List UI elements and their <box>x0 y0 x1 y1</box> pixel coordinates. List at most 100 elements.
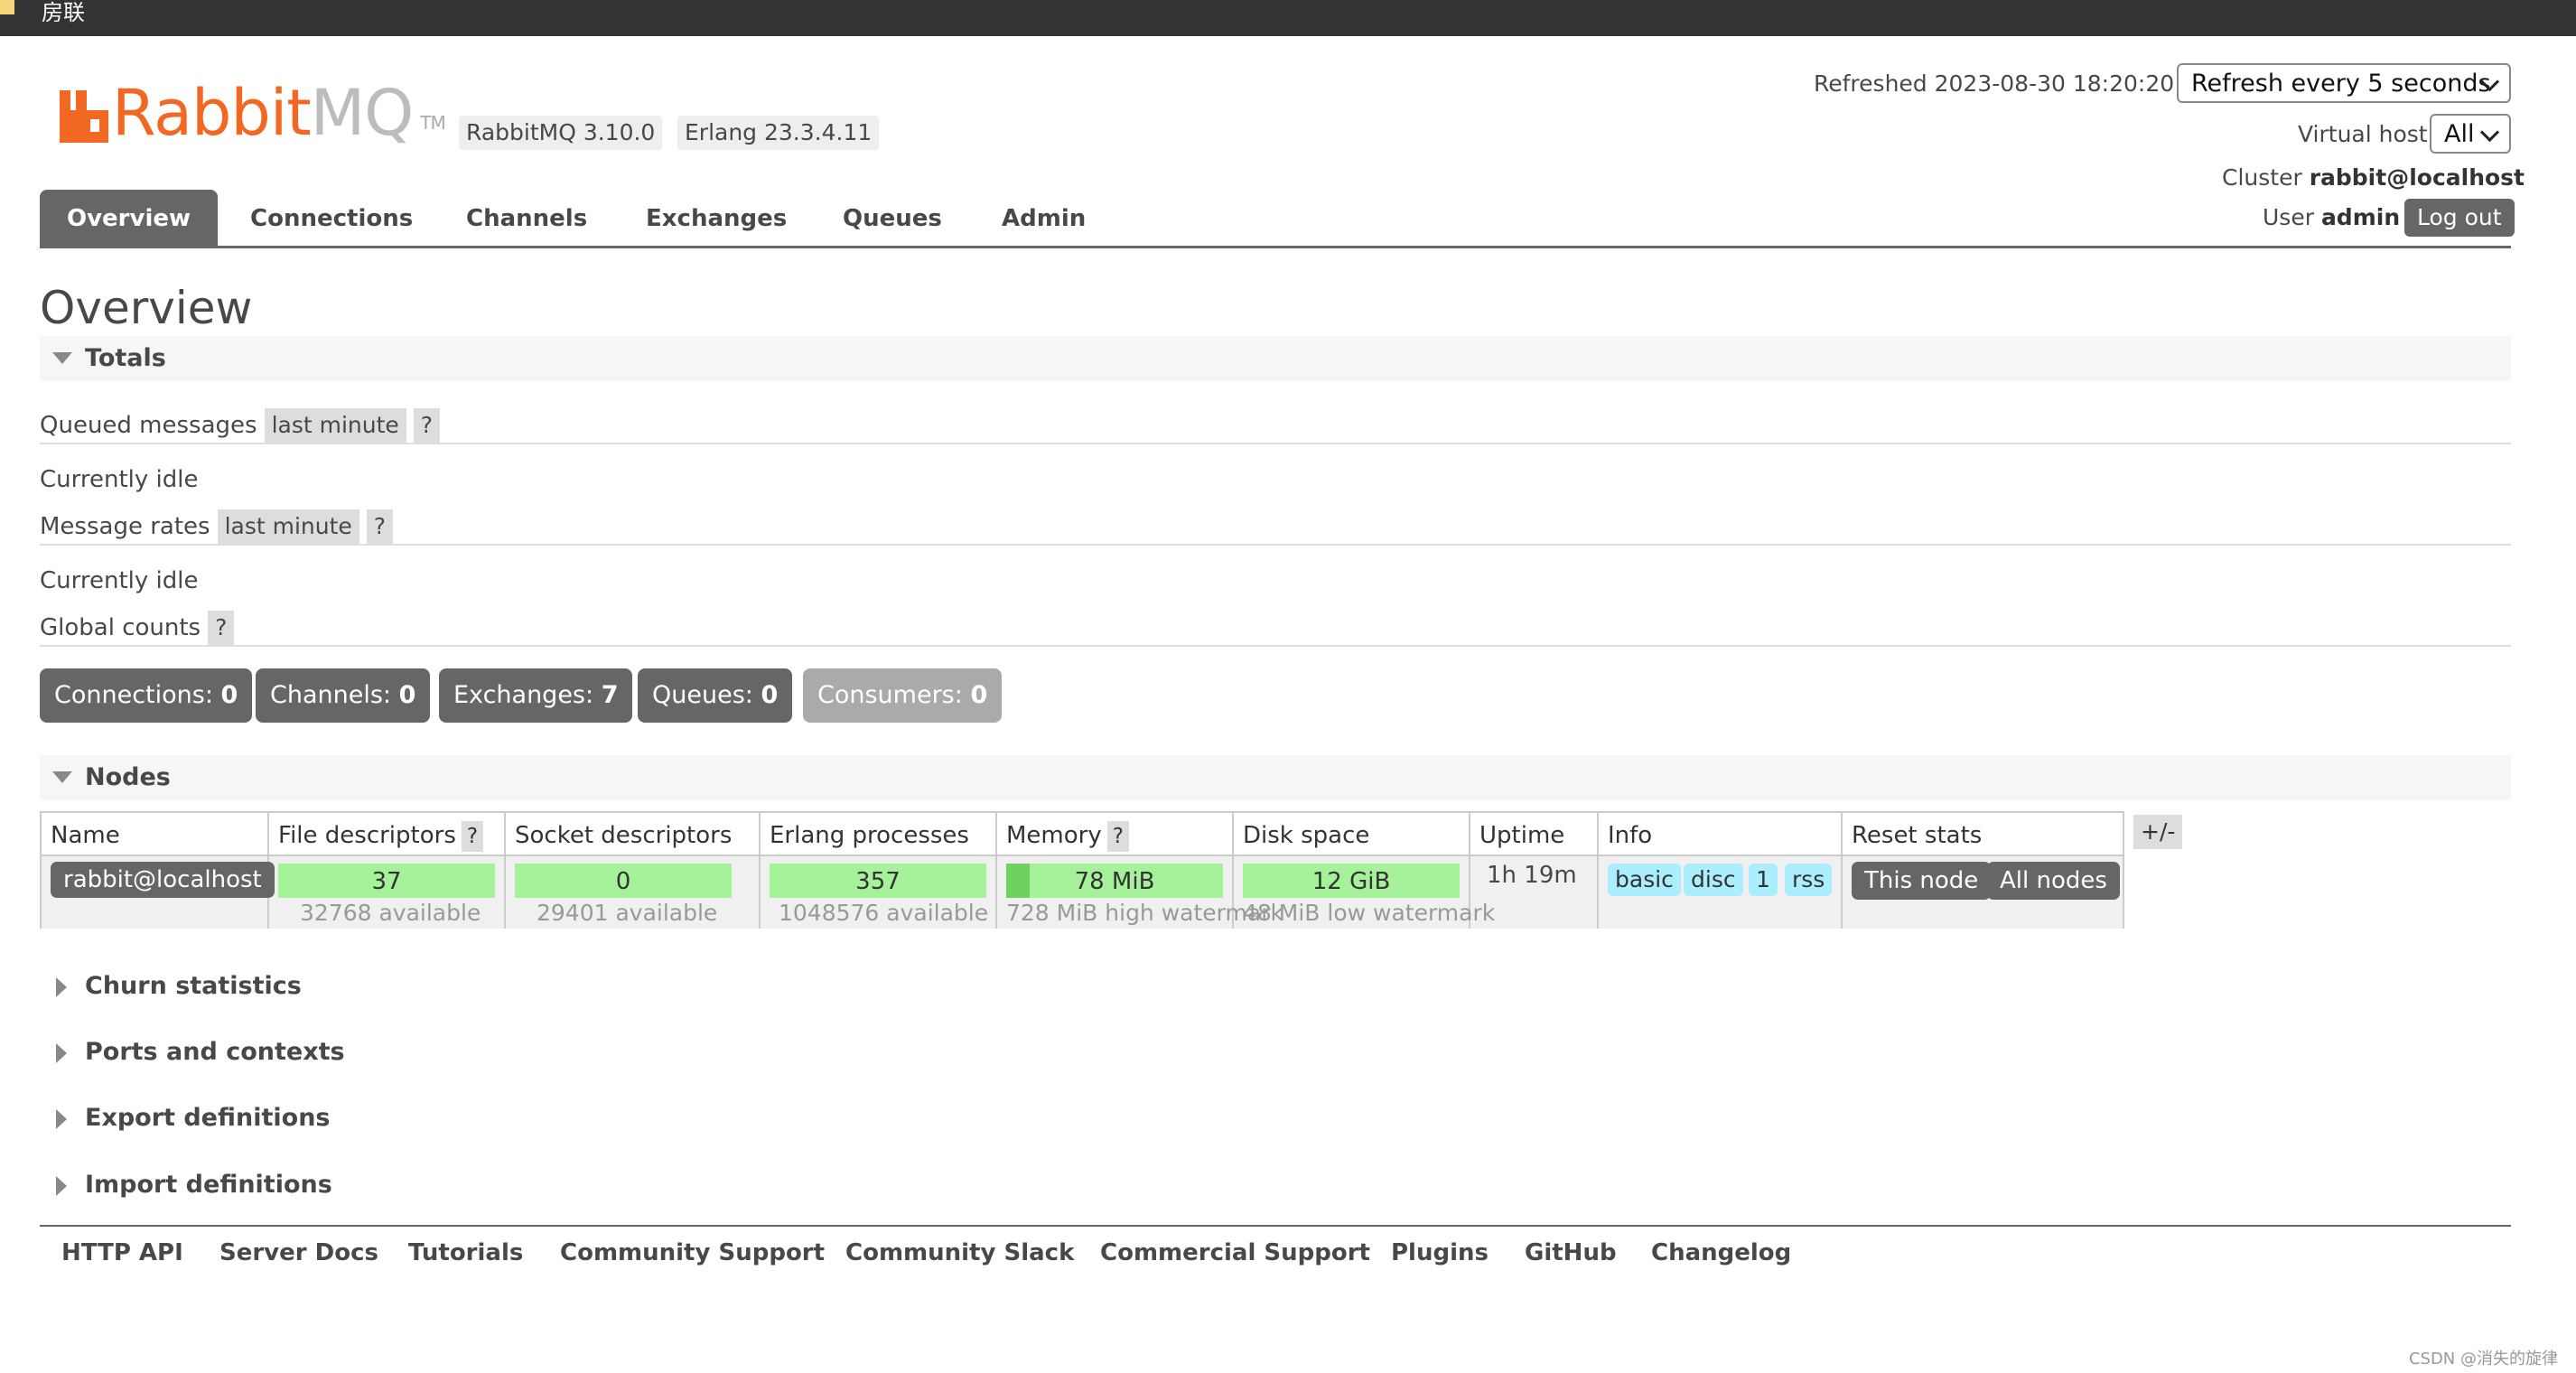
erlang-version-badge: Erlang 23.3.4.11 <box>677 116 880 150</box>
divider <box>40 443 2511 444</box>
tab-channels[interactable]: Channels <box>466 190 587 246</box>
global-counts-row: Global counts? <box>40 611 235 645</box>
divider <box>40 544 2511 546</box>
footer-link-community-slack[interactable]: Community Slack <box>845 1239 1074 1266</box>
disk-space-cell: 12 GiB 48 MiB low watermark <box>1234 856 1495 929</box>
rates-idle-text: Currently idle <box>40 567 199 594</box>
info-cell: basic disc 1 rss <box>1599 856 1843 929</box>
rabbit-icon <box>60 90 108 143</box>
caret-down-icon <box>52 352 72 364</box>
info-tag-rss[interactable]: rss <box>1785 864 1833 896</box>
totals-section-header[interactable]: Totals <box>40 336 2511 381</box>
uptime-value: 1h 19m <box>1487 862 1577 889</box>
reset-all-nodes-button[interactable]: All nodes <box>1987 862 2120 900</box>
column-header-name: Name <box>42 813 269 855</box>
refreshed-status: Refreshed 2023-08-30 18:20:20 <box>1814 70 2175 97</box>
column-header-memory: Memory? <box>997 813 1234 855</box>
tab-connections[interactable]: Connections <box>250 190 413 246</box>
memory-bar: 78 MiB <box>1006 864 1223 898</box>
folder-icon <box>0 0 14 14</box>
uptime-cell: 1h 19m <box>1470 856 1599 929</box>
column-header-disk-space: Disk space <box>1234 813 1470 855</box>
refresh-interval-select[interactable]: Refresh every 5 seconds <box>2177 63 2511 103</box>
footer-divider <box>40 1225 2511 1227</box>
footer-link-community-support[interactable]: Community Support <box>560 1239 825 1266</box>
rates-range-pill[interactable]: last minute <box>217 509 359 544</box>
tab-admin[interactable]: Admin <box>1002 190 1086 246</box>
column-header-erlang-processes: Erlang processes <box>761 813 997 855</box>
connections-count-button[interactable]: Connections: 0 <box>40 668 253 723</box>
ports-and-contexts-section[interactable]: Ports and contexts <box>40 1032 582 1072</box>
socket-descriptors-bar: 0 <box>515 864 732 898</box>
footer-link-plugins[interactable]: Plugins <box>1391 1239 1489 1266</box>
help-button[interactable]: ? <box>1106 821 1129 852</box>
caret-right-icon <box>56 1109 67 1129</box>
user-info: User admin <box>2263 204 2401 230</box>
logo-wordmark: RabbitMQ TM <box>112 76 446 150</box>
window-title-bar: 房联 <box>0 0 2576 36</box>
erlang-processes-bar: 357 <box>770 864 986 898</box>
page-title: Overview <box>40 282 253 334</box>
file-descriptors-available: 32768 available <box>300 900 481 926</box>
socket-descriptors-available: 29401 available <box>537 900 718 926</box>
footer-link-github[interactable]: GitHub <box>1525 1239 1617 1266</box>
cluster-info: Cluster rabbit@localhost <box>2222 164 2525 191</box>
node-name-cell: rabbit@localhost <box>42 856 275 929</box>
vhost-select[interactable]: All <box>2430 114 2511 154</box>
column-header-uptime: Uptime <box>1470 813 1599 855</box>
footer-link-server-docs[interactable]: Server Docs <box>219 1239 378 1266</box>
caret-right-icon <box>56 1176 67 1196</box>
nodes-table: Name File descriptors? Socket descriptor… <box>40 811 2124 929</box>
caret-right-icon <box>56 1043 67 1063</box>
queues-count-button[interactable]: Queues: 0 <box>638 668 793 723</box>
footer-link-http-api[interactable]: HTTP API <box>61 1239 183 1266</box>
memory-usage-fill <box>1006 864 1030 898</box>
reset-stats-cell: This node All nodes <box>1843 856 2123 929</box>
column-header-file-descriptors: File descriptors? <box>269 813 506 855</box>
reset-this-node-button[interactable]: This node <box>1852 862 1992 900</box>
logout-button[interactable]: Log out <box>2404 199 2515 237</box>
info-tag-count[interactable]: 1 <box>1749 864 1778 896</box>
caret-right-icon <box>56 977 67 997</box>
erlang-processes-available: 1048576 available <box>779 900 989 926</box>
tab-underline <box>40 246 2511 248</box>
file-descriptors-cell: 37 32768 available <box>269 856 506 929</box>
exchanges-count-button[interactable]: Exchanges: 7 <box>439 668 633 723</box>
rabbitmq-version-badge: RabbitMQ 3.10.0 <box>459 116 663 150</box>
channels-count-button[interactable]: Channels: 0 <box>256 668 431 723</box>
help-button[interactable]: ? <box>208 611 235 645</box>
column-header-socket-descriptors: Socket descriptors? <box>506 813 761 897</box>
import-definitions-section[interactable]: Import definitions <box>40 1165 582 1205</box>
caret-down-icon <box>52 771 72 783</box>
export-definitions-section[interactable]: Export definitions <box>40 1098 582 1138</box>
footer-link-commercial-support[interactable]: Commercial Support <box>1100 1239 1370 1266</box>
footer-link-tutorials[interactable]: Tutorials <box>408 1239 523 1266</box>
window-title: 房联 <box>42 0 85 25</box>
tab-queues[interactable]: Queues <box>843 190 942 246</box>
queued-range-pill[interactable]: last minute <box>264 408 406 443</box>
nodes-section-header[interactable]: Nodes <box>40 755 2511 800</box>
chevron-down-icon <box>2479 122 2500 143</box>
churn-statistics-section[interactable]: Churn statistics <box>40 967 582 1006</box>
file-descriptors-bar: 37 <box>278 864 495 898</box>
column-header-reset-stats: Reset stats <box>1843 813 2123 855</box>
help-button[interactable]: ? <box>413 408 441 443</box>
tab-exchanges[interactable]: Exchanges <box>646 190 787 246</box>
consumers-count-button[interactable]: Consumers: 0 <box>803 668 1003 723</box>
help-button[interactable]: ? <box>366 509 394 544</box>
help-button[interactable]: ? <box>461 821 484 852</box>
erlang-processes-cell: 357 1048576 available <box>761 856 997 929</box>
info-tag-disc[interactable]: disc <box>1684 864 1743 896</box>
table-row: rabbit@localhost 37 32768 available 0 29… <box>42 855 2123 929</box>
toggle-columns-button[interactable]: +/- <box>2133 815 2183 849</box>
tab-overview[interactable]: Overview <box>40 190 219 246</box>
watermark-text: CSDN @消失的旋律 <box>2408 1350 2558 1368</box>
info-tag-basic[interactable]: basic <box>1608 864 1681 896</box>
column-header-info: Info <box>1599 813 1843 855</box>
disk-space-bar: 12 GiB <box>1243 864 1460 898</box>
message-rates-row: Message rates last minute? <box>40 509 394 544</box>
footer-link-changelog[interactable]: Changelog <box>1651 1239 1791 1266</box>
node-link-button[interactable]: rabbit@localhost <box>51 862 275 898</box>
socket-descriptors-cell: 0 29401 available <box>506 856 761 929</box>
divider <box>40 645 2511 647</box>
